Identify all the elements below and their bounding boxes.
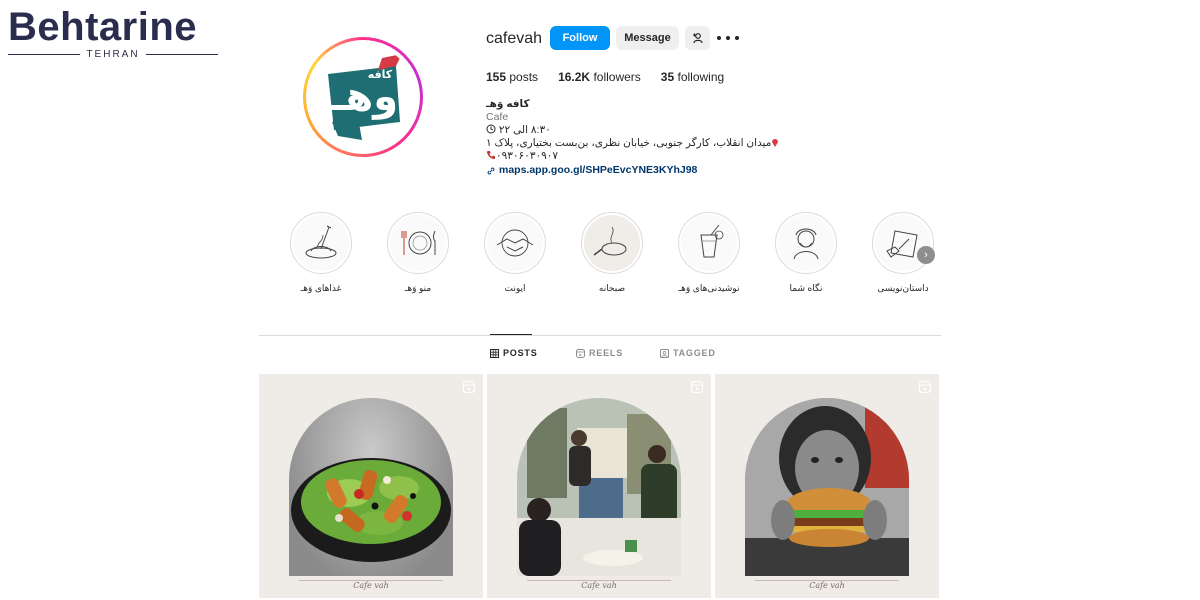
profile-tabs: POSTS REELS TAGGED xyxy=(0,348,1200,364)
post-image-salad xyxy=(289,398,453,576)
grid-icon xyxy=(490,348,499,358)
cafe-vah-logo-icon: وهـ کافه xyxy=(328,54,402,140)
bio-address: میدان انقلاب، کارگر جنوبی، خیابان نظری، … xyxy=(486,137,786,150)
posts-grid: Cafe vah Cafe vah Cafe vah xyxy=(259,374,939,598)
plate-cutlery-icon xyxy=(401,230,436,255)
frying-pan-icon xyxy=(593,226,627,256)
watermark-logo: Behtarine TEHRAN xyxy=(8,6,218,60)
followers-stat[interactable]: 16.2K followers xyxy=(558,70,641,84)
post-image-burger xyxy=(745,398,909,576)
spaghetti-fork-icon xyxy=(305,225,337,259)
post-image-cafe-interior xyxy=(517,398,681,576)
highlight-label: نوشیدنی‌های وَهـ xyxy=(678,283,740,293)
tab-tagged[interactable]: TAGGED xyxy=(660,348,716,358)
dot-icon xyxy=(735,36,739,40)
message-button[interactable]: Message xyxy=(616,26,679,50)
highlight-item[interactable]: صبحانه xyxy=(581,212,643,294)
highlight-label: غذاهای وَهـ xyxy=(300,283,342,293)
avatar: وهـ کافه xyxy=(310,44,416,150)
bio-hours: ۸:۳۰ الی ۲۲ xyxy=(486,124,786,137)
profile-avatar-story-ring[interactable]: وهـ کافه xyxy=(303,37,423,157)
highlight-item[interactable]: منو وَهـ xyxy=(387,212,449,294)
highlight-item[interactable]: غذاهای وَهـ xyxy=(290,212,352,294)
tab-reels[interactable]: REELS xyxy=(576,348,623,358)
svg-text:کافه: کافه xyxy=(368,68,393,81)
phone-icon xyxy=(487,151,495,159)
more-options-button[interactable] xyxy=(717,31,739,45)
watermark-title: Behtarine xyxy=(8,5,197,49)
highlight-label: نگاه شما xyxy=(789,283,823,293)
profile-stats: 155 posts 16.2K followers 35 following xyxy=(486,70,724,84)
highlight-label: ایونت xyxy=(504,283,526,293)
highlight-item[interactable]: نوشیدنی‌های وَهـ xyxy=(678,212,740,294)
suggested-accounts-button[interactable] xyxy=(685,26,710,50)
post-thumbnail[interactable]: Cafe vah xyxy=(259,374,483,598)
highlight-label: منو وَهـ xyxy=(404,283,432,293)
profile-username: cafevah xyxy=(486,30,543,47)
watermark-rule-left xyxy=(8,54,81,55)
dot-icon xyxy=(717,36,721,40)
follow-button[interactable]: Follow xyxy=(550,26,610,50)
watermark-rule-right xyxy=(145,54,218,55)
post-caption: Cafe vah xyxy=(353,581,389,590)
add-person-icon xyxy=(692,33,703,44)
watermark-subtitle: TEHRAN xyxy=(86,49,140,60)
post-thumbnail[interactable]: Cafe vah xyxy=(487,374,711,598)
reels-icon xyxy=(576,348,585,358)
tagged-icon xyxy=(660,348,669,358)
tabs-divider xyxy=(259,335,941,336)
tab-posts[interactable]: POSTS xyxy=(490,348,538,358)
bio-phone: ۰۹۳۰۶۰۳۰۹۰۷ xyxy=(486,150,786,163)
highlight-label: صبحانه xyxy=(598,283,626,293)
person-face-icon xyxy=(793,228,819,260)
clock-icon xyxy=(486,124,496,134)
highlight-item[interactable]: نگاه شما xyxy=(775,212,837,294)
reel-badge-icon xyxy=(691,381,703,393)
post-thumbnail[interactable]: Cafe vah xyxy=(715,374,939,598)
handshake-icon xyxy=(496,229,534,257)
story-highlights: غذاهای وَهـ منو وَهـ ایونت صبحانه نوشیدن… xyxy=(290,212,950,302)
profile-category: Cafe xyxy=(486,111,509,123)
map-pin-icon xyxy=(772,139,779,147)
post-caption: Cafe vah xyxy=(809,581,845,590)
bio-link[interactable]: maps.app.goo.gl/SHPeEvcYNE3KYhJ98 xyxy=(486,164,786,177)
highlight-label: داستان‌نویسی xyxy=(877,283,929,293)
post-caption: Cafe vah xyxy=(581,581,617,590)
active-tab-indicator xyxy=(490,334,532,335)
profile-display-name: کافه وَهـ xyxy=(486,98,530,110)
highlights-next-button[interactable]: › xyxy=(917,246,935,264)
highlight-item[interactable]: ایونت xyxy=(484,212,546,294)
reel-badge-icon xyxy=(463,381,475,393)
chevron-right-icon: › xyxy=(924,249,928,261)
profile-bio: کافه وَهـ Cafe ۸:۳۰ الی ۲۲ میدان انقلاب،… xyxy=(486,98,786,177)
reel-badge-icon xyxy=(919,381,931,393)
posts-stat: 155 posts xyxy=(486,70,539,84)
dot-icon xyxy=(726,36,730,40)
following-stat[interactable]: 35 following xyxy=(661,70,724,84)
drink-glass-icon xyxy=(700,224,724,258)
link-icon xyxy=(487,167,495,174)
